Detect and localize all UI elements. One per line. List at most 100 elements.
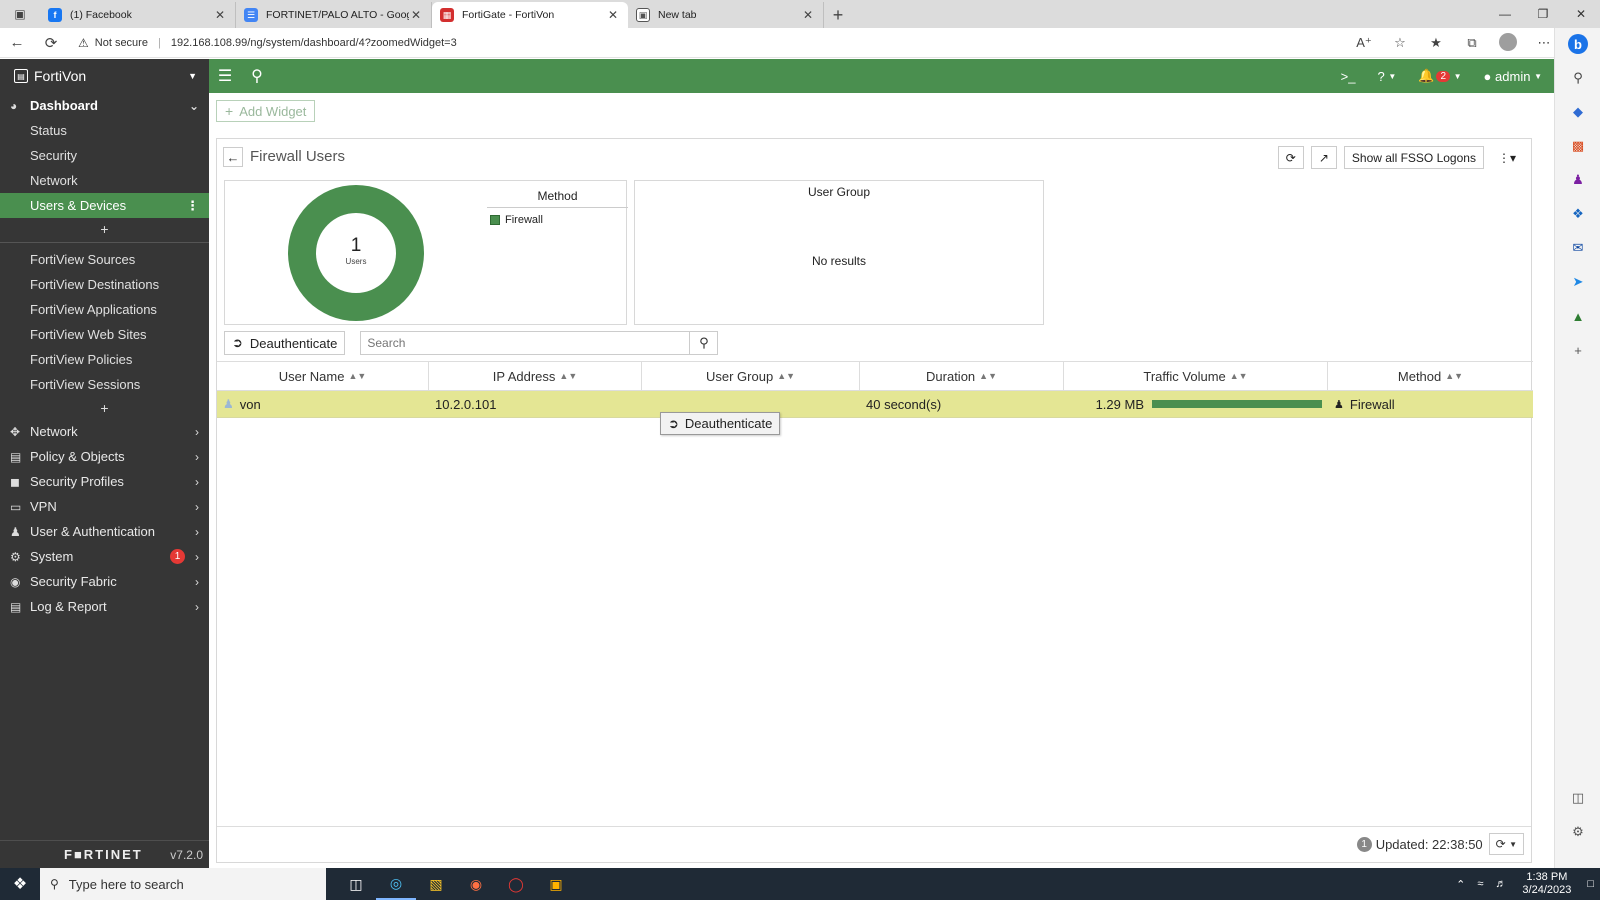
caret-down-icon: ▼	[188, 71, 197, 81]
sidebar-item-fortiview-applications[interactable]: FortiView Applications	[0, 297, 209, 322]
games-icon[interactable]: ♟	[1568, 170, 1588, 190]
sidebar-item-vpn[interactable]: ▭ VPN ›	[0, 494, 209, 519]
windows-start-icon[interactable]: ❖	[0, 868, 40, 900]
firefox-icon[interactable]: ◉	[456, 868, 496, 900]
profile-avatar[interactable]	[1490, 32, 1526, 54]
search-icon[interactable]: ⚲	[241, 66, 273, 86]
notifications-menu[interactable]: 🔔 2 ▼	[1418, 68, 1461, 84]
new-tab-button[interactable]: +	[824, 2, 852, 28]
taskbar-search[interactable]: ⚲ Type here to search	[40, 868, 326, 900]
column-header-ip-address[interactable]: IP Address ▲▼	[429, 362, 642, 390]
refresh-button[interactable]: ⟳	[1277, 146, 1304, 169]
close-icon[interactable]: ✕	[801, 8, 815, 22]
add-dashboard-button[interactable]: +	[0, 218, 209, 240]
outlook-icon[interactable]: ✉	[1568, 238, 1588, 258]
file-explorer-icon[interactable]: ▧	[416, 868, 456, 900]
office-icon[interactable]: ❖	[1568, 204, 1588, 224]
cli-console-button[interactable]: >_	[1341, 69, 1356, 84]
column-header-user-name[interactable]: User Name ▲▼	[217, 362, 429, 390]
tree-icon[interactable]: ▲	[1568, 306, 1588, 326]
app-icon[interactable]: ▣	[536, 868, 576, 900]
notification-center-icon[interactable]: □	[1587, 878, 1594, 890]
add-icon[interactable]: +	[1568, 340, 1588, 360]
back-arrow-icon[interactable]: ←	[223, 147, 243, 167]
add-widget-button[interactable]: + Add Widget	[216, 100, 316, 122]
close-icon[interactable]: ✕	[213, 8, 227, 22]
close-icon[interactable]: ✕	[606, 8, 620, 22]
sidebar-item-security-profiles[interactable]: ◼ Security Profiles ›	[0, 469, 209, 494]
url-field[interactable]: ⚠ Not secure | 192.168.108.99/ng/system/…	[78, 36, 457, 50]
show-all-fsso-button[interactable]: Show all FSSO Logons	[1343, 146, 1484, 169]
column-header-duration[interactable]: Duration ▲▼	[860, 362, 1064, 390]
sort-icon: ▲▼	[777, 371, 796, 381]
sidebar-item-system[interactable]: ⚙ System 1 ›	[0, 544, 209, 569]
back-icon[interactable]: ←	[0, 34, 34, 51]
sidebar-item-security[interactable]: Security	[0, 143, 209, 168]
reload-icon[interactable]: ⟳	[34, 34, 68, 52]
help-menu[interactable]: ? ▼	[1377, 69, 1396, 84]
volume-icon[interactable]: ♬	[1495, 878, 1506, 890]
clock[interactable]: 1:38 PM 3/24/2023	[1522, 871, 1571, 897]
refresh-dropdown[interactable]: ⟳ ▼	[1488, 833, 1524, 855]
legend-item-firewall[interactable]: Firewall	[490, 214, 628, 226]
browser-tab-facebook[interactable]: f (1) Facebook ✕	[40, 2, 236, 28]
sidebar-item-network-dash[interactable]: Network	[0, 168, 209, 193]
deauthenticate-button[interactable]: ➲ Deauthenticate	[224, 331, 346, 355]
wifi-icon[interactable]: ≈	[1477, 878, 1483, 890]
favorite-add-icon[interactable]: ☆	[1382, 35, 1418, 51]
sidebar-item-fortiview-websites[interactable]: FortiView Web Sites	[0, 322, 209, 347]
read-aloud-icon[interactable]: A⁺	[1346, 35, 1382, 51]
hamburger-menu-icon[interactable]: ☰	[209, 66, 241, 86]
close-window-icon[interactable]: ✕	[1562, 0, 1600, 28]
column-header-method[interactable]: Method ▲▼	[1328, 362, 1533, 390]
favorites-icon[interactable]: ★	[1418, 35, 1454, 51]
sidebar-item-users-devices[interactable]: Users & Devices ⋮	[0, 193, 209, 218]
browser-tab-new[interactable]: ▣ New tab ✕	[628, 2, 824, 28]
column-header-user-group[interactable]: User Group ▲▼	[642, 362, 860, 390]
sidebar-item-network[interactable]: ✥ Network ›	[0, 419, 209, 444]
context-deauthenticate-button[interactable]: ➲ Deauthenticate	[660, 412, 781, 435]
donut-ring[interactable]: 1 Users	[288, 185, 424, 321]
bing-icon[interactable]: b	[1568, 34, 1588, 54]
admin-menu[interactable]: ● admin ▼	[1484, 69, 1542, 84]
browser-tab-google-docs[interactable]: ☰ FORTINET/PALO ALTO - Google D ✕	[236, 2, 432, 28]
sidebar-item-user-authentication[interactable]: ♟ User & Authentication ›	[0, 519, 209, 544]
settings-icon[interactable]: ⚙	[1568, 822, 1588, 842]
search-button[interactable]: ⚲	[690, 331, 719, 355]
table-row[interactable]: ♟ von 10.2.0.101 40 second(s) 1.29 MB ♟ Fi…	[217, 391, 1533, 418]
facebook-icon: f	[48, 8, 62, 22]
toolbox-icon[interactable]: ▩	[1568, 136, 1588, 156]
open-external-button[interactable]: ↗	[1310, 146, 1337, 169]
edge-icon[interactable]: ◎	[376, 868, 416, 900]
tray-chevron-icon[interactable]: ⌃	[1456, 878, 1465, 891]
restore-icon[interactable]: ❐	[1524, 0, 1562, 28]
split-view-icon[interactable]: ◫	[1568, 788, 1588, 808]
send-icon[interactable]: ➤	[1568, 272, 1588, 292]
sidebar-item-fortiview-policies[interactable]: FortiView Policies	[0, 347, 209, 372]
opera-icon[interactable]: ◯	[496, 868, 536, 900]
collections-icon[interactable]: ⧉	[1454, 35, 1490, 51]
close-icon[interactable]: ✕	[409, 8, 423, 22]
add-fortiview-button[interactable]: +	[0, 397, 209, 419]
sidebar-item-status[interactable]: Status	[0, 118, 209, 143]
sidebar-item-dashboard[interactable]: ◕ Dashboard ⌄	[0, 93, 209, 118]
search-icon[interactable]: ⚲	[1568, 68, 1588, 88]
tag-icon[interactable]: ◆	[1568, 102, 1588, 122]
sidebar-item-fortiview-sources[interactable]: FortiView Sources	[0, 247, 209, 272]
task-view-icon[interactable]: ◫	[336, 868, 376, 900]
search-input[interactable]	[360, 331, 691, 355]
sidebar-item-policy-objects[interactable]: ▤ Policy & Objects ›	[0, 444, 209, 469]
chevron-right-icon: ›	[195, 424, 199, 439]
sidebar-item-security-fabric[interactable]: ◉ Security Fabric ›	[0, 569, 209, 594]
kebab-menu-icon[interactable]: ⋮	[186, 198, 199, 214]
column-header-traffic-volume[interactable]: Traffic Volume ▲▼	[1064, 362, 1328, 390]
widget-options-menu[interactable]: ⋮▾	[1490, 146, 1523, 169]
refresh-icon: ⟳	[1495, 837, 1506, 851]
tab-actions-icon[interactable]: ▣	[0, 0, 40, 28]
sidebar-item-fortiview-destinations[interactable]: FortiView Destinations	[0, 272, 209, 297]
sidebar-item-log-report[interactable]: ▤ Log & Report ›	[0, 594, 209, 619]
minimize-icon[interactable]: —	[1486, 0, 1524, 28]
sidebar-item-fortiview-sessions[interactable]: FortiView Sessions	[0, 372, 209, 397]
browser-tab-fortigate[interactable]: ▦ FortiGate - FortiVon ✕	[432, 2, 628, 28]
device-selector[interactable]: ▤ FortiVon ▼	[0, 59, 209, 93]
